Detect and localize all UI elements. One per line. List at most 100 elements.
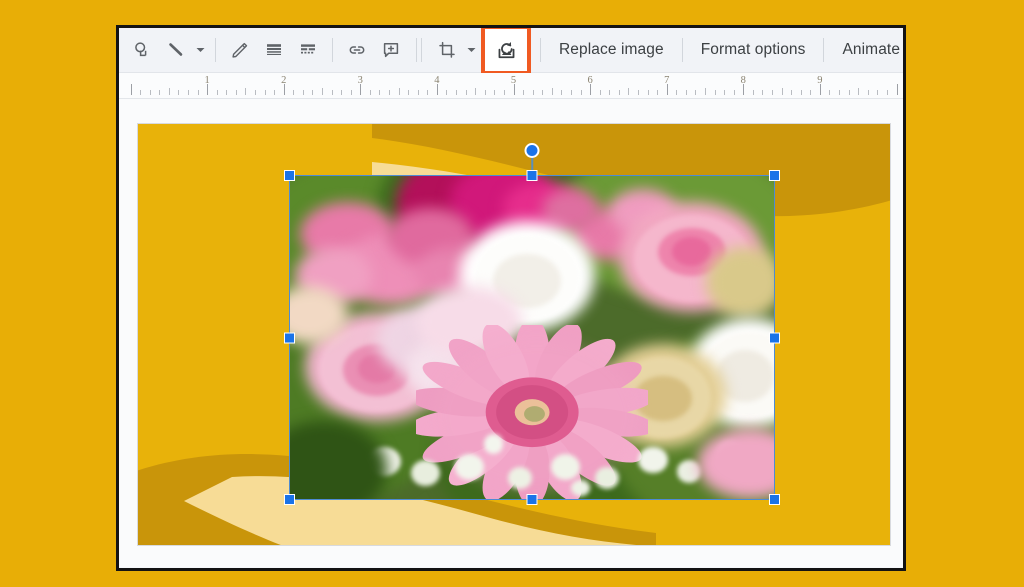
line-icon[interactable] <box>159 33 193 67</box>
ruler-tick <box>877 90 878 95</box>
crop-icon[interactable] <box>430 33 464 67</box>
toolbar-divider <box>823 38 824 62</box>
ruler-tick <box>533 90 534 95</box>
line-dropdown-icon[interactable] <box>193 33 208 67</box>
ruler-tick <box>198 90 199 95</box>
ruler-tick <box>542 90 543 95</box>
resize-handle-middle-right[interactable] <box>769 332 780 343</box>
ruler-tick <box>810 90 811 95</box>
resize-handle-bottom-right[interactable] <box>769 494 780 505</box>
ruler-tick <box>829 90 830 95</box>
toolbar-divider <box>416 38 417 62</box>
ruler-number: 6 <box>587 75 592 86</box>
ruler-tick <box>475 88 476 95</box>
ruler-tick <box>379 90 380 95</box>
resize-handle-bottom-center[interactable] <box>527 494 538 505</box>
ruler-tick <box>552 88 553 95</box>
ruler-tick <box>676 90 677 95</box>
ruler-tick <box>849 90 850 95</box>
flower-bouquet-image[interactable] <box>290 176 774 499</box>
ruler-tick <box>772 90 773 95</box>
ruler-tick <box>427 90 428 95</box>
ruler-tick <box>245 88 246 95</box>
ruler-tick <box>255 90 256 95</box>
ruler-tick <box>762 90 763 95</box>
ruler-tick <box>389 90 390 95</box>
resize-handle-bottom-left[interactable] <box>284 494 295 505</box>
ruler-tick <box>868 90 869 95</box>
ruler-number: 4 <box>434 75 439 86</box>
ruler-tick <box>523 90 524 95</box>
ruler-number: 9 <box>817 75 822 86</box>
ruler-tick <box>485 90 486 95</box>
ruler-tick <box>619 90 620 95</box>
ruler-tick <box>131 84 132 95</box>
add-comment-icon[interactable] <box>374 33 408 67</box>
horizontal-ruler[interactable]: 123456789 <box>119 73 903 99</box>
toolbar-divider <box>421 38 422 62</box>
ruler-tick <box>648 90 649 95</box>
ruler-tick <box>753 90 754 95</box>
selected-image-frame[interactable] <box>290 176 774 499</box>
ruler-tick <box>322 88 323 95</box>
ruler-tick <box>169 88 170 95</box>
border-weight-icon[interactable] <box>257 33 291 67</box>
ruler-number: 5 <box>511 75 516 86</box>
ruler-tick <box>399 88 400 95</box>
ruler-tick <box>446 90 447 95</box>
ruler-tick <box>370 90 371 95</box>
ruler-tick <box>705 88 706 95</box>
rotation-handle[interactable] <box>525 143 540 158</box>
ruler-tick <box>408 90 409 95</box>
ruler-tick <box>274 90 275 95</box>
reset-image-highlight <box>481 25 531 75</box>
toolbar-divider-pair <box>414 38 424 62</box>
ruler-tick <box>724 90 725 95</box>
toolbar-divider <box>332 38 333 62</box>
ruler-tick <box>178 90 179 95</box>
link-icon[interactable] <box>340 33 374 67</box>
ruler-number: 8 <box>741 75 746 86</box>
ruler-tick <box>504 90 505 95</box>
canvas-area[interactable] <box>119 99 903 567</box>
format-options-button[interactable]: Format options <box>690 35 817 65</box>
animate-button[interactable]: Animate <box>831 35 906 65</box>
ruler-tick <box>236 90 237 95</box>
slide-canvas[interactable] <box>137 123 891 546</box>
ruler-tick <box>561 90 562 95</box>
ruler-tick <box>265 90 266 95</box>
ruler-tick <box>293 90 294 95</box>
ruler-tick <box>226 90 227 95</box>
ruler-tick <box>734 90 735 95</box>
resize-handle-top-left[interactable] <box>284 170 295 181</box>
resize-handle-middle-left[interactable] <box>284 332 295 343</box>
ruler-tick <box>494 90 495 95</box>
ruler-tick <box>466 90 467 95</box>
ruler-tick <box>695 90 696 95</box>
ruler-tick <box>140 90 141 95</box>
ruler-tick <box>217 90 218 95</box>
ruler-tick <box>782 88 783 95</box>
border-dash-icon[interactable] <box>291 33 325 67</box>
shape-icon[interactable] <box>125 33 159 67</box>
ruler-tick <box>628 88 629 95</box>
reset-image-icon[interactable] <box>489 33 523 67</box>
ruler-tick <box>188 90 189 95</box>
toolbar-divider <box>682 38 683 62</box>
crop-dropdown-icon[interactable] <box>464 33 479 67</box>
ruler-tick <box>897 84 898 95</box>
ruler-tick <box>456 90 457 95</box>
ruler-tick <box>150 90 151 95</box>
ruler-tick <box>341 90 342 95</box>
ruler-tick <box>657 90 658 95</box>
ruler-tick <box>581 90 582 95</box>
ruler-tick <box>791 90 792 95</box>
replace-image-button[interactable]: Replace image <box>548 35 675 65</box>
ruler-tick <box>887 90 888 95</box>
ruler-tick <box>418 90 419 95</box>
pencil-icon[interactable] <box>223 33 257 67</box>
resize-handle-top-right[interactable] <box>769 170 780 181</box>
ruler-tick <box>839 90 840 95</box>
ruler-tick <box>638 90 639 95</box>
resize-handle-top-center[interactable] <box>527 170 538 181</box>
